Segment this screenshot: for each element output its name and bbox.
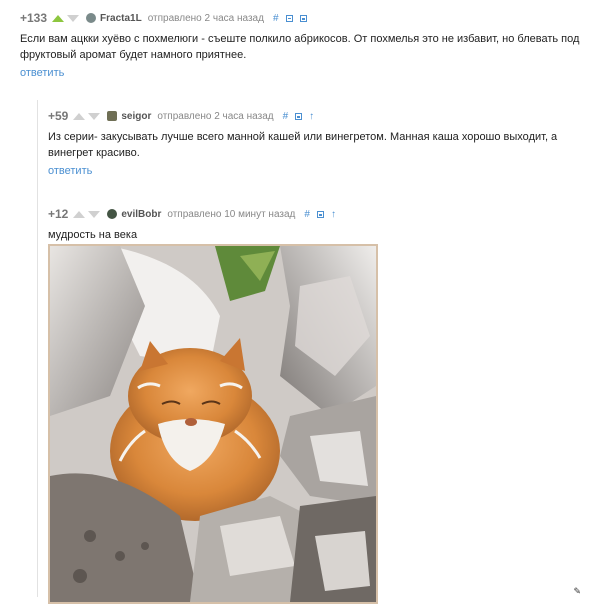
corner-icon: ✎ — [573, 586, 581, 596]
author-name[interactable]: seigor — [121, 111, 151, 122]
parent-arrow-icon[interactable]: ↑ — [309, 111, 314, 122]
avatar[interactable] — [107, 209, 118, 219]
collapse-icon[interactable] — [285, 14, 293, 22]
comment-status: отправлено 2 часа назад — [157, 110, 274, 122]
comment-fracta1l: +133 Fracta1L отправлено 2 часа назад # … — [20, 9, 599, 81]
vote-up-icon[interactable] — [73, 112, 86, 120]
comment-header: +133 Fracta1L отправлено 2 часа назад # — [20, 9, 599, 27]
comment-status: отправлено 2 часа назад — [147, 12, 264, 24]
parent-arrow-icon[interactable]: ↑ — [331, 209, 336, 220]
comment-header: +59 seigor отправлено 2 часа назад # ↑ — [48, 107, 599, 125]
author-name[interactable]: evilBobr — [121, 209, 161, 220]
vote-up-icon[interactable] — [52, 14, 65, 22]
avatar[interactable] — [107, 111, 118, 121]
cat-photo — [50, 246, 376, 602]
avatar[interactable] — [86, 13, 97, 23]
permalink-icon[interactable]: # — [283, 111, 289, 122]
author-name[interactable]: Fracta1L — [100, 13, 142, 24]
permalink-icon[interactable]: # — [273, 13, 279, 24]
vote-down-icon[interactable] — [88, 112, 101, 120]
comment-evilbobr: +12 evilBobr отправлено 10 минут назад #… — [48, 205, 599, 243]
comment-rating: +133 — [20, 11, 48, 25]
permalink-icon[interactable]: # — [304, 209, 310, 220]
save-icon[interactable] — [316, 210, 324, 218]
thread-line — [37, 100, 38, 597]
comment-image[interactable] — [48, 244, 378, 604]
vote-up-icon[interactable] — [73, 210, 86, 218]
comment-text: мудрость на века — [48, 229, 138, 241]
save-icon[interactable] — [299, 14, 307, 22]
comment-text: Из серии- закусывать лучше всего манной … — [48, 131, 558, 159]
comment-status: отправлено 10 минут назад — [167, 208, 296, 220]
comment-text: Если вам ацкки хуёво с похмелюги - съешт… — [20, 33, 580, 61]
comment-rating: +59 — [48, 109, 69, 123]
reply-link[interactable]: ответить — [48, 165, 92, 177]
comment-seigor: +59 seigor отправлено 2 часа назад # ↑ И… — [48, 107, 599, 179]
comment-rating: +12 — [48, 207, 69, 221]
reply-link[interactable]: ответить — [20, 67, 64, 79]
save-icon[interactable] — [295, 112, 303, 120]
vote-down-icon[interactable] — [67, 14, 80, 22]
vote-down-icon[interactable] — [88, 210, 101, 218]
comment-header: +12 evilBobr отправлено 10 минут назад #… — [48, 205, 599, 223]
